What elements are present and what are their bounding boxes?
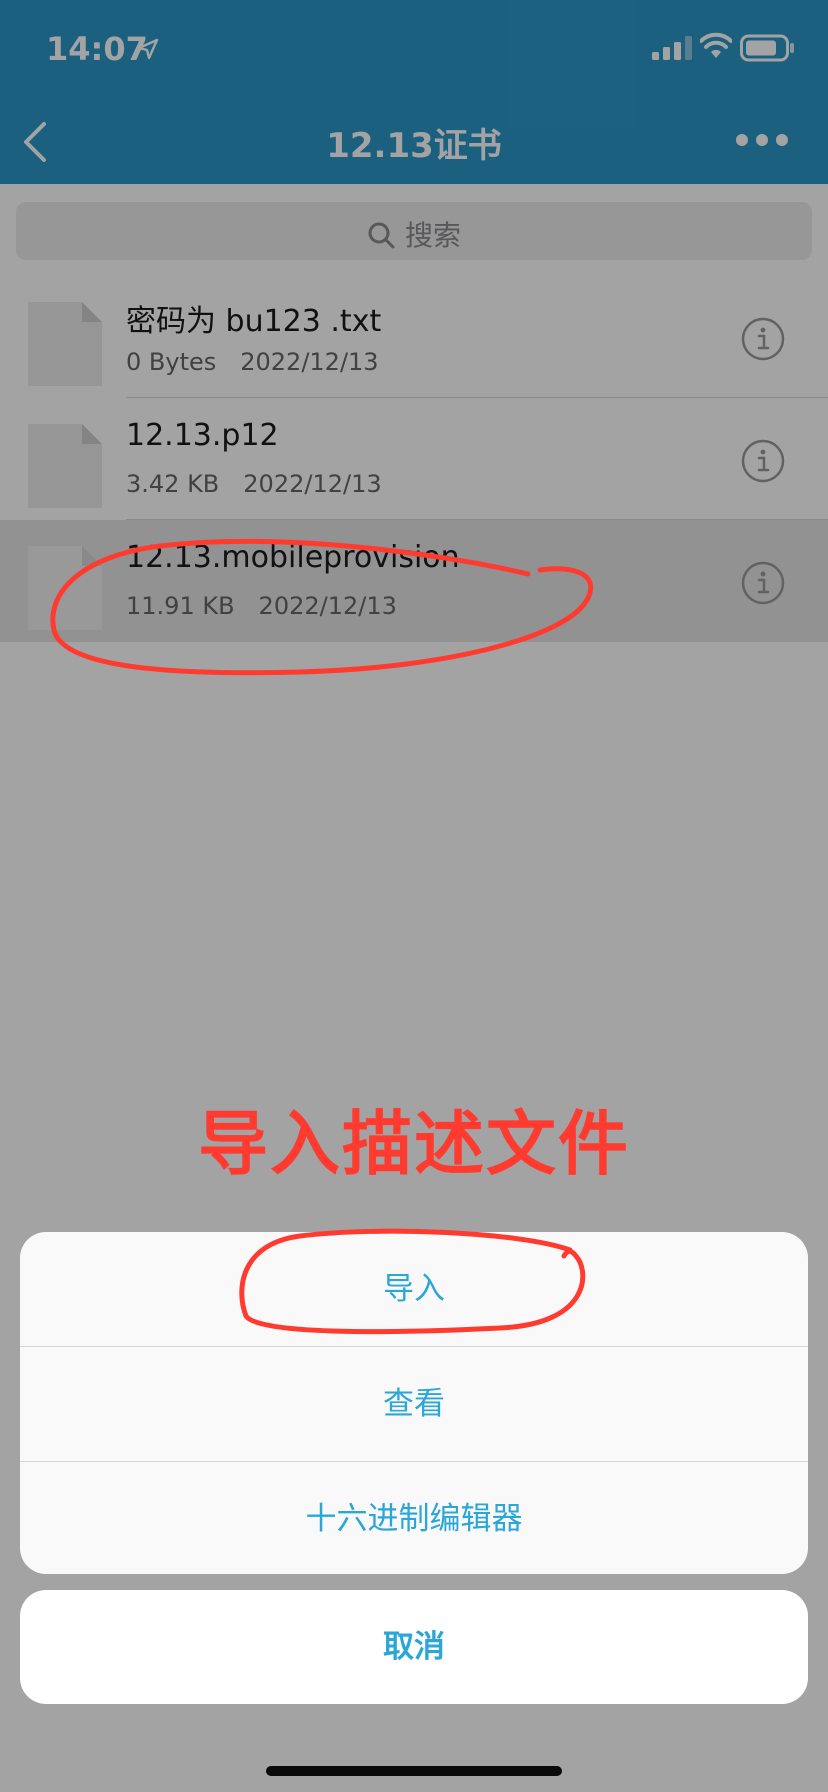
import-action[interactable]: 导入 [20,1232,808,1346]
view-action[interactable]: 查看 [20,1346,808,1461]
annotation-label: 导入描述文件 [198,1103,630,1185]
cancel-button[interactable]: 取消 [20,1590,808,1704]
cancel-group: 取消 [20,1590,808,1704]
home-indicator [266,1766,562,1776]
action-sheet: 导入 查看 十六进制编辑器 [20,1232,808,1574]
file-browser-screen: 14:07 12.13证书 搜索 密码为 bu123 .txt 0 Bytes … [0,0,828,1792]
hex-editor-action[interactable]: 十六进制编辑器 [20,1461,808,1574]
